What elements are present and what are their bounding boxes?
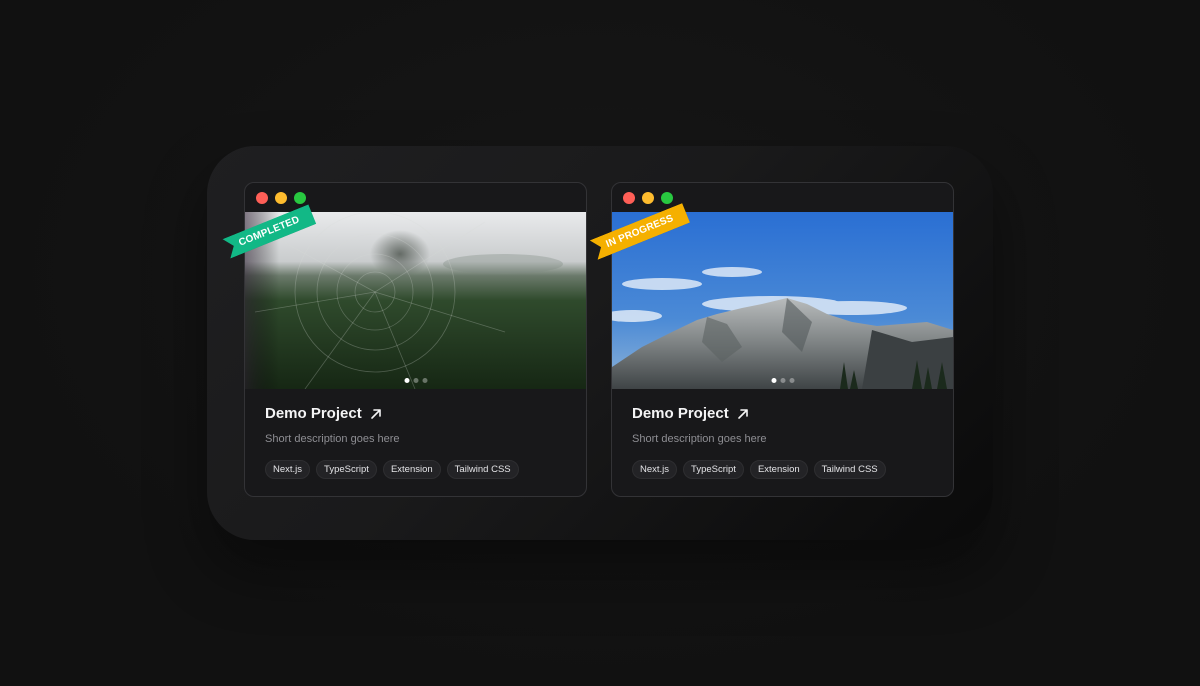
project-title-link[interactable]: Demo Project bbox=[265, 405, 566, 422]
project-image[interactable] bbox=[612, 212, 953, 389]
carousel-dot[interactable] bbox=[422, 378, 427, 383]
card-body: Demo Project Short description goes here… bbox=[245, 389, 586, 479]
window-titlebar bbox=[612, 183, 953, 212]
page-background: COMPLETED Demo Project Short description… bbox=[0, 0, 1200, 686]
tech-tag: Next.js bbox=[265, 460, 311, 479]
carousel-dot[interactable] bbox=[413, 378, 418, 383]
tech-tag: TypeScript bbox=[316, 460, 377, 479]
project-card[interactable]: COMPLETED Demo Project Short description… bbox=[244, 182, 587, 497]
arrow-up-right-icon[interactable] bbox=[370, 408, 382, 420]
window-titlebar bbox=[245, 183, 586, 212]
carousel-dot[interactable] bbox=[404, 378, 409, 383]
tech-tag: Tailwind CSS bbox=[813, 460, 886, 479]
card-body: Demo Project Short description goes here… bbox=[612, 389, 953, 479]
minimize-window-dot[interactable] bbox=[275, 191, 287, 204]
carousel-indicator[interactable] bbox=[771, 378, 794, 383]
carousel-dot[interactable] bbox=[771, 378, 776, 383]
mountain-image bbox=[612, 212, 953, 389]
project-title[interactable]: Demo Project bbox=[265, 405, 362, 422]
arrow-up-right-icon[interactable] bbox=[737, 408, 749, 420]
project-description: Short description goes here bbox=[632, 433, 767, 445]
close-window-dot[interactable] bbox=[623, 191, 635, 204]
carousel-dot[interactable] bbox=[789, 378, 794, 383]
maximize-window-dot[interactable] bbox=[294, 191, 306, 204]
project-image[interactable] bbox=[245, 212, 586, 389]
tech-tags: Next.js TypeScript Extension Tailwind CS… bbox=[632, 460, 933, 479]
misty-field-image bbox=[245, 212, 586, 389]
tech-tag: Extension bbox=[382, 460, 441, 479]
carousel-dot[interactable] bbox=[780, 378, 785, 383]
tech-tags: Next.js TypeScript Extension Tailwind CS… bbox=[265, 460, 566, 479]
project-card[interactable]: IN PROGRESS Demo Project Short descripti… bbox=[611, 182, 954, 497]
tech-tag: Next.js bbox=[632, 460, 678, 479]
tech-tag: Extension bbox=[749, 460, 808, 479]
project-title-link[interactable]: Demo Project bbox=[632, 405, 933, 422]
maximize-window-dot[interactable] bbox=[661, 191, 673, 204]
tech-tag: TypeScript bbox=[683, 460, 744, 479]
project-description: Short description goes here bbox=[265, 433, 400, 445]
close-window-dot[interactable] bbox=[256, 191, 268, 204]
project-title[interactable]: Demo Project bbox=[632, 405, 729, 422]
tech-tag: Tailwind CSS bbox=[446, 460, 519, 479]
carousel-indicator[interactable] bbox=[404, 378, 427, 383]
minimize-window-dot[interactable] bbox=[642, 191, 654, 204]
